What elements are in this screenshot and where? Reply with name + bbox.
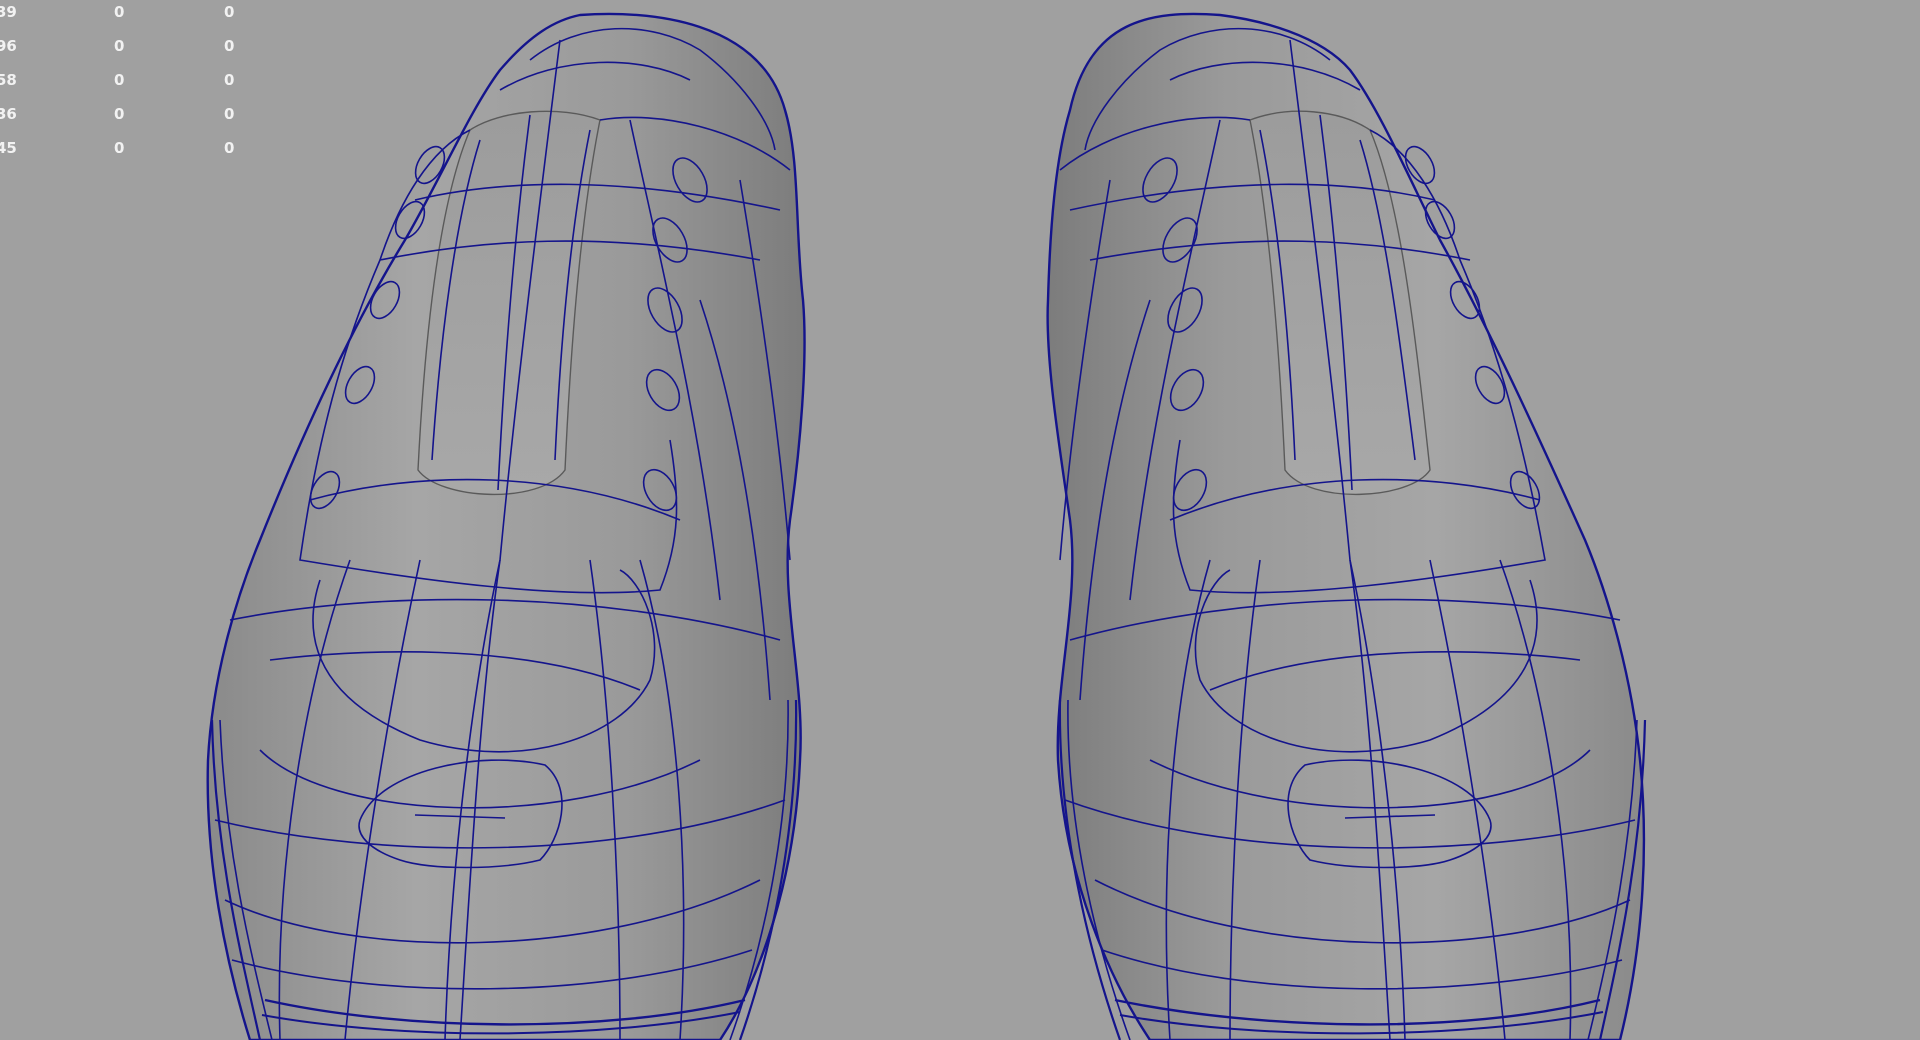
- shoe-right-mesh[interactable]: [1046, 12, 1647, 1040]
- hud-value: 0: [114, 71, 125, 89]
- hud-value: 39: [0, 3, 17, 21]
- hud-value: 0: [114, 3, 125, 21]
- hud-value: 0: [224, 105, 235, 123]
- hud-value: 36: [0, 105, 17, 123]
- hud-value: 45: [0, 139, 17, 157]
- hud-value: 0: [224, 139, 235, 157]
- hud-value: 96: [0, 37, 17, 55]
- hud-value: 0: [224, 37, 235, 55]
- viewport-scene[interactable]: [0, 0, 1920, 1040]
- 3d-viewport[interactable]: 39 0 0 96 0 0 58 0 0 36 0 0 45 0 0: [0, 0, 1920, 1040]
- heads-up-display: 39 0 0 96 0 0 58 0 0 36 0 0 45 0 0: [0, 0, 260, 170]
- hud-value: 0: [114, 37, 125, 55]
- shoe-left-mesh[interactable]: [206, 12, 806, 1040]
- hud-value: 58: [0, 71, 17, 89]
- hud-value: 0: [224, 71, 235, 89]
- hud-value: 0: [114, 139, 125, 157]
- hud-value: 0: [114, 105, 125, 123]
- hud-value: 0: [224, 3, 235, 21]
